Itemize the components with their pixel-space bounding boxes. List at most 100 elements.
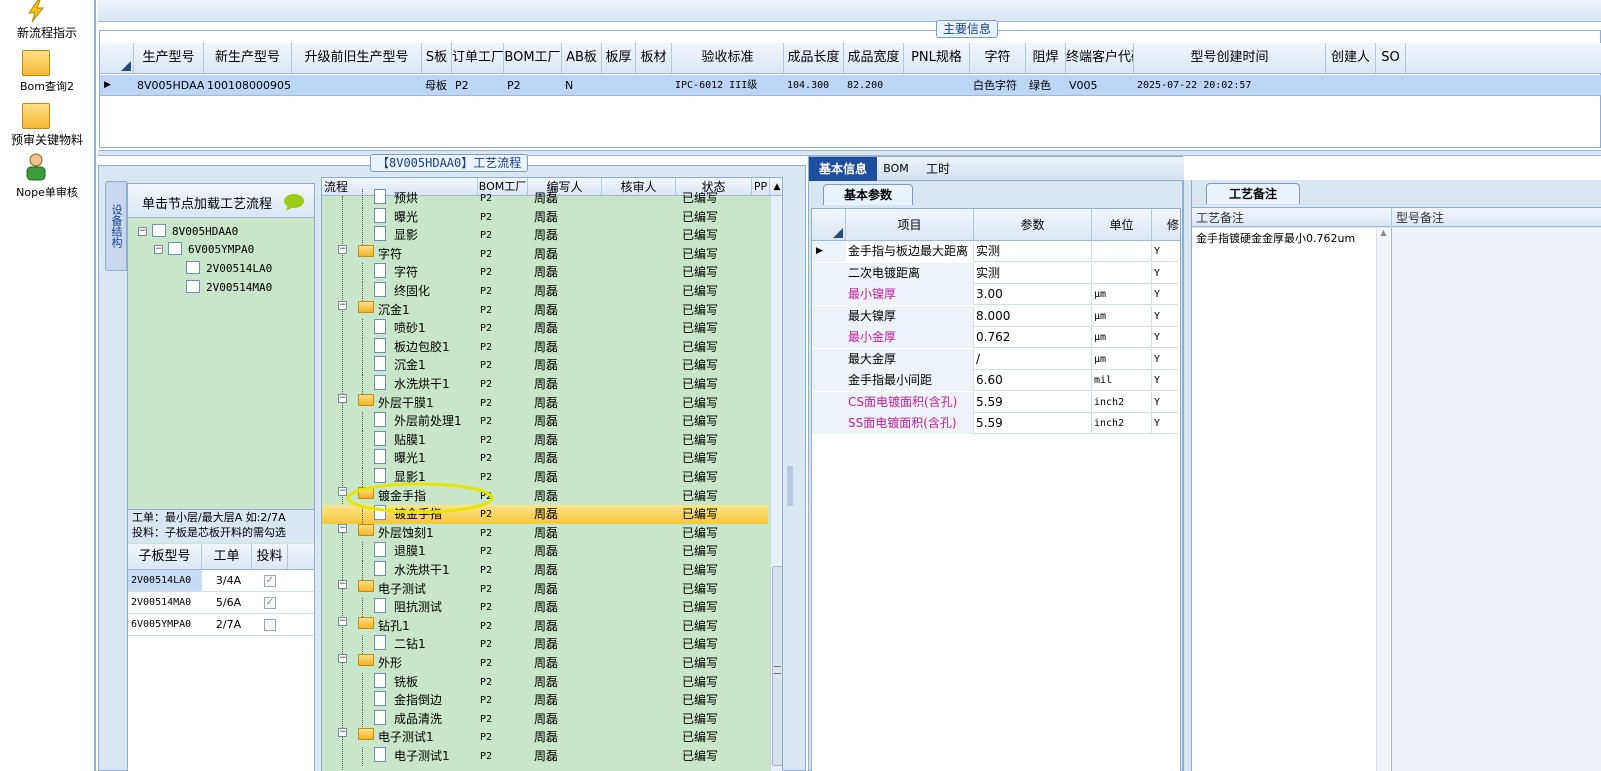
sub-board-row[interactable]: 2V00514LA0 3/4A ✓: [128, 570, 314, 592]
process-status: 已编写: [682, 730, 719, 745]
process-writer: 周磊: [534, 358, 559, 373]
process-row[interactable]: 二钻1 P2 周磊 已编写: [322, 635, 768, 655]
col-header[interactable]: BOM工厂: [504, 43, 562, 73]
col-header[interactable]: S板: [422, 43, 452, 73]
process-row[interactable]: 电子测试1 P2 周磊 已编写: [322, 747, 768, 766]
process-row[interactable]: 沉金1 P2 周磊 已编写: [322, 356, 768, 376]
process-row[interactable]: 阻抗测试 P2 周磊 已编写: [322, 598, 768, 618]
structure-tree-panel: 单击节点加载工艺流程 − 8V005HDAA0 − 6V005YMPA0 2V0…: [127, 183, 315, 771]
process-row[interactable]: 喷砂1 P2 周磊 已编写: [322, 319, 768, 339]
new-process-button[interactable]: 新流程指示: [0, 24, 94, 41]
process-row[interactable]: 终固化 P2 周磊 已编写: [322, 282, 768, 301]
process-row[interactable]: 金指倒边 P2 周磊 已编写: [322, 691, 768, 711]
process-status: 已编写: [682, 377, 719, 391]
col-header[interactable]: PNL规格: [904, 43, 970, 73]
collapse-icon: −: [154, 244, 163, 254]
col-header[interactable]: 生产型号: [134, 43, 204, 73]
col-header[interactable]: 成品宽度: [844, 43, 904, 73]
process-factory: P2: [480, 546, 493, 558]
process-row[interactable]: − 钻孔1 P2 周磊 已编写: [322, 616, 768, 636]
process-row[interactable]: − 外层干膜1 P2 周磊 已编写: [322, 393, 768, 413]
nope-review-button[interactable]: Nope单审核: [0, 184, 94, 200]
col-header[interactable]: SO: [1376, 43, 1406, 73]
param-value: 0.762: [974, 327, 1092, 348]
bom-query-button[interactable]: Bom查询2: [0, 78, 94, 94]
sub-board-row[interactable]: 6V005YMPA0 2/7A: [128, 614, 314, 636]
process-row[interactable]: 退膜1 P2 周磊 已编写: [322, 542, 768, 562]
feed-checkbox[interactable]: ✓: [264, 575, 276, 587]
process-row[interactable]: 曝光1 P2 周磊 已编写: [322, 449, 768, 469]
col-header[interactable]: 升级前旧生产型号: [292, 43, 422, 73]
col-header[interactable]: 阻焊: [1026, 43, 1066, 73]
process-row[interactable]: − 外层蚀刻1 P2 周磊 已编写: [322, 523, 768, 543]
param-row[interactable]: 最大金厚 / μm Y: [812, 348, 1178, 370]
pre-review-button[interactable]: 预审关键物料: [0, 131, 94, 148]
scroll-up-icon[interactable]: ▲: [770, 178, 782, 196]
col-header[interactable]: 验收标准: [672, 43, 784, 73]
process-writer: 周磊: [534, 209, 559, 224]
process-name: 退膜1: [394, 544, 426, 559]
main-info-row[interactable]: ▶ 8V005HDAA010010800090533 母板 P2 P2 N IPC-601…: [100, 75, 1601, 96]
load-hint-bar[interactable]: 单击节点加载工艺流程: [128, 184, 314, 218]
remarks-text-area[interactable]: 金手指镀硬金金厚最小0.762um ▲: [1192, 228, 1392, 771]
device-structure-label: 设备结构: [110, 204, 123, 248]
process-row[interactable]: 字符 P2 周磊 已编写: [322, 263, 768, 283]
process-row[interactable]: − 沉金1 P2 周磊 已编写: [322, 300, 768, 320]
tree-guide-line: [362, 598, 363, 618]
remarks-tab[interactable]: 工艺备注: [1206, 183, 1300, 204]
process-row[interactable]: 水洗烘干1 P2 周磊 已编写: [322, 561, 768, 580]
param-row[interactable]: 二次电镀距离 实测 Y: [812, 262, 1178, 284]
col-header[interactable]: 订单工厂: [452, 43, 504, 73]
device-structure-tab[interactable]: 设备结构: [105, 181, 127, 271]
col-header[interactable]: 字符: [970, 43, 1026, 73]
col-header[interactable]: 板厚: [602, 43, 636, 73]
param-row[interactable]: 金手指最小间距 6.60 mil Y: [812, 370, 1178, 391]
process-row[interactable]: − 外形 P2 周磊 已编写: [322, 654, 768, 673]
tree-node-child[interactable]: − 6V005YMPA0: [154, 241, 314, 259]
process-row[interactable]: − 电子测试 P2 周磊 已编写: [322, 579, 768, 599]
col-header[interactable]: 成品长度: [784, 43, 844, 73]
tree-node-root[interactable]: − 8V005HDAA0: [138, 223, 308, 241]
remarks-scrollbar[interactable]: ▲: [1376, 228, 1390, 771]
process-row[interactable]: − 字符 P2 周磊 已编写: [322, 244, 768, 264]
document-icon: [374, 375, 386, 390]
tree-node-leaf[interactable]: 2V00514MA0: [186, 279, 314, 297]
col-header[interactable]: 新生产型号: [204, 43, 292, 73]
col-header[interactable]: 终端客户代码: [1066, 43, 1134, 73]
process-row[interactable]: 板边包胶1 P2 周磊 已编写: [322, 337, 768, 357]
feed-checkbox[interactable]: [264, 619, 276, 631]
param-value: 5.59: [974, 413, 1092, 434]
tab-basic-info[interactable]: 基本信息: [809, 157, 877, 181]
process-row[interactable]: 贴膜1 P2 周磊 已编写: [322, 430, 768, 450]
process-row[interactable]: 预烘 P2 周磊 已编写: [322, 189, 768, 208]
process-row[interactable]: 水洗烘干1 P2 周磊 已编写: [322, 375, 768, 394]
model-remarks-area[interactable]: [1392, 228, 1601, 771]
process-row[interactable]: − 电子测试1 P2 周磊 已编写: [322, 728, 768, 747]
col-header[interactable]: AB板: [562, 43, 602, 73]
process-row[interactable]: 曝光 P2 周磊 已编写: [322, 207, 768, 227]
col-header[interactable]: 板材: [636, 43, 672, 73]
tab-work-hours[interactable]: 工时: [917, 157, 959, 181]
right-collapse-handle[interactable]: [787, 466, 793, 506]
document-icon: [374, 282, 386, 297]
process-row[interactable]: 铣板 P2 周磊 已编写: [322, 672, 768, 692]
param-row[interactable]: 最大镍厚 8.000 μm Y: [812, 305, 1178, 327]
param-row[interactable]: SS面电镀面积(含孔) 5.59 inch2 Y: [812, 413, 1178, 434]
process-row[interactable]: 成品清洗 P2 周磊 已编写: [322, 709, 768, 729]
col-header[interactable]: 创建人: [1326, 43, 1376, 73]
note-line-2: 投料：子板是芯板开料的需勾选: [132, 526, 286, 539]
process-row[interactable]: 显影 P2 周磊 已编写: [322, 226, 768, 246]
param-row[interactable]: 最小金厚 0.762 μm Y: [812, 327, 1178, 348]
sub-board-row[interactable]: 2V00514MA0 5/6A ✓: [128, 592, 314, 614]
param-row[interactable]: 最小镍厚 3.00 μm Y: [812, 284, 1178, 305]
feed-checkbox[interactable]: ✓: [264, 597, 276, 609]
tab-bom[interactable]: BOM: [881, 157, 911, 181]
tree-node-leaf[interactable]: 2V00514LA0: [186, 260, 314, 278]
col-header[interactable]: 型号创建时间: [1134, 43, 1326, 73]
param-row[interactable]: CS面电镀面积(含孔) 5.59 inch2 Y: [812, 391, 1178, 413]
detail-splitter[interactable]: [1183, 180, 1191, 771]
subtab-basic-params[interactable]: 基本参数: [823, 184, 913, 205]
param-row[interactable]: ▶ 金手指与板边最大距离 实测 Y: [812, 241, 1178, 262]
process-row[interactable]: 外层前处理1 P2 周磊 已编写: [322, 412, 768, 432]
process-scrollbar[interactable]: [770, 196, 782, 771]
